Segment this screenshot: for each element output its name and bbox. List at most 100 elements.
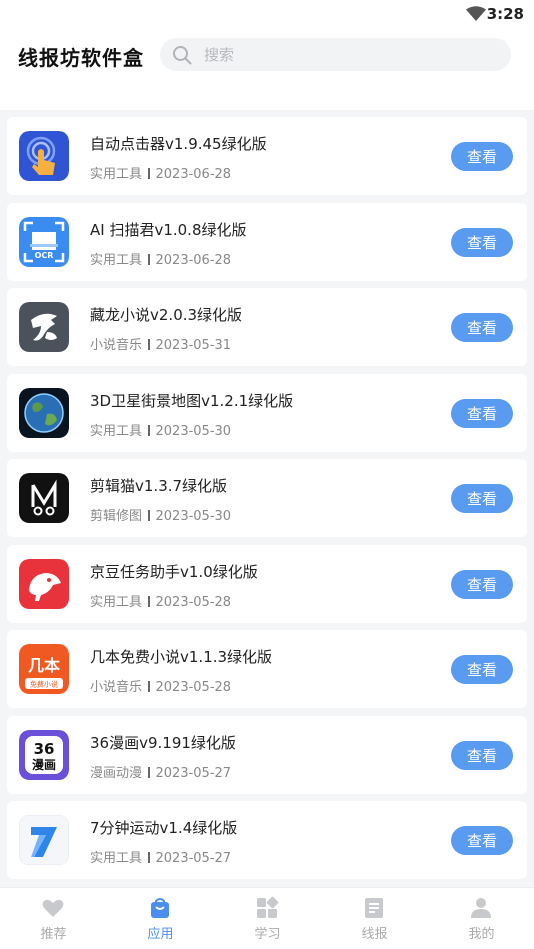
list-item[interactable]: 7分钟运动v1.4绿化版 实用工具 2023-05-27 查看 (7, 801, 527, 879)
item-title: 自动点击器v1.9.45绿化版 (90, 135, 267, 153)
view-button[interactable]: 查看 (451, 569, 513, 599)
view-button[interactable]: 查看 (451, 740, 513, 770)
jiben-sub-text: 免费小说 (30, 680, 58, 689)
item-category: 实用工具 (90, 423, 143, 439)
comic-36-text: 36 (34, 740, 55, 758)
list-item[interactable]: 藏龙小说v2.0.3绿化版 小说音乐 2023-05-31 查看 (7, 288, 527, 366)
item-date: 2023-05-30 (155, 509, 232, 524)
earth-map-icon (19, 387, 69, 438)
meta-divider (148, 424, 150, 436)
item-category: 小说音乐 (90, 680, 143, 695)
item-meta: 实用工具 2023-05-30 (90, 420, 231, 439)
jiben-logo-text: 几本 (28, 656, 60, 675)
tab-news[interactable]: 线报 (321, 888, 428, 949)
search-input[interactable] (204, 38, 494, 71)
meta-divider (148, 168, 150, 179)
jiben-novel-icon: 几本 免费小说 (19, 644, 69, 694)
grid-icon (257, 896, 279, 918)
item-meta: 实用工具 2023-05-27 (90, 847, 231, 866)
item-title: 京豆任务助手v1.0绿化版 (90, 562, 258, 581)
item-title: 36漫画v9.191绿化版 (90, 733, 236, 752)
item-meta: 漫画动漫 2023-05-27 (90, 762, 231, 781)
view-button[interactable]: 查看 (451, 655, 513, 684)
tab-recommend[interactable]: 推荐 (0, 888, 107, 949)
36-comic-icon: 36 漫画 (19, 729, 69, 780)
item-date: 2023-05-28 (155, 680, 232, 695)
meta-divider (148, 852, 150, 863)
view-button[interactable]: 查看 (451, 826, 513, 855)
tab-label: 学习 (254, 927, 281, 942)
item-meta: 实用工具 2023-06-28 (90, 249, 231, 268)
item-date: 2023-06-28 (155, 252, 232, 268)
view-button[interactable]: 查看 (451, 313, 513, 342)
item-meta: 剪辑修图 2023-05-30 (90, 505, 231, 524)
status-bar: 3:28 (0, 0, 534, 28)
user-icon (471, 898, 491, 918)
list-item[interactable]: 36 漫画 36漫画v9.191绿化版 漫画动漫 2023-05-27 查看 (7, 715, 527, 794)
app-title: 线报坊软件盒 (18, 46, 144, 70)
item-category: 实用工具 (90, 252, 143, 268)
item-date: 2023-05-28 (155, 594, 232, 610)
item-category: 小说音乐 (90, 338, 143, 353)
item-title: 7分钟运动v1.4绿化版 (90, 819, 238, 837)
jd-dog-icon (19, 558, 69, 609)
auto-clicker-icon (19, 131, 69, 181)
item-date: 2023-06-28 (155, 167, 232, 182)
item-meta: 实用工具 2023-06-28 (90, 163, 231, 182)
item-date: 2023-05-27 (155, 851, 232, 866)
item-title: 几本免费小说v1.1.3绿化版 (90, 648, 273, 666)
item-title: AI 扫描君v1.0.8绿化版 (90, 220, 247, 239)
header: 线报坊软件盒 (0, 28, 534, 110)
tab-label: 我的 (468, 927, 495, 942)
list-item[interactable]: 几本 免费小说 几本免费小说v1.1.3绿化版 小说音乐 2023-05-28 查… (7, 630, 527, 708)
meta-divider (148, 595, 150, 607)
tab-label: 应用 (147, 927, 174, 942)
view-button[interactable]: 查看 (451, 484, 513, 513)
item-category: 实用工具 (90, 851, 143, 866)
meta-divider (148, 253, 150, 265)
item-category: 实用工具 (90, 594, 143, 610)
view-button[interactable]: 查看 (451, 142, 513, 171)
item-title: 藏龙小说v2.0.3绿化版 (90, 306, 243, 324)
list-item[interactable]: 自动点击器v1.9.45绿化版 实用工具 2023-06-28 查看 (7, 117, 527, 195)
canglong-novel-icon (19, 302, 69, 352)
item-meta: 小说音乐 2023-05-31 (90, 334, 231, 353)
view-button[interactable]: 查看 (451, 227, 513, 257)
item-title: 剪辑猫v1.3.7绿化版 (90, 477, 228, 495)
list-item[interactable]: 剪辑猫v1.3.7绿化版 剪辑修图 2023-05-30 查看 (7, 459, 527, 537)
item-date: 2023-05-31 (155, 338, 232, 353)
meta-divider (148, 510, 150, 521)
wifi-icon (466, 6, 486, 21)
tab-label: 推荐 (40, 927, 67, 942)
bag-icon (151, 898, 169, 918)
comic-sub-text: 漫画 (32, 757, 56, 772)
meta-divider (148, 339, 150, 350)
bottom-tab-bar: 推荐 应用 学习 线报 我的 (0, 887, 534, 949)
tab-apps[interactable]: 应用 (107, 888, 214, 949)
ocr-scanner-icon: OCR (19, 216, 69, 267)
scissors-cat-icon (19, 473, 69, 523)
list-item[interactable]: 京豆任务助手v1.0绿化版 实用工具 2023-05-28 查看 (7, 544, 527, 623)
item-title: 3D卫星街景地图v1.2.1绿化版 (90, 391, 294, 410)
item-date: 2023-05-27 (155, 765, 232, 781)
ocr-icon-label: OCR (35, 251, 54, 260)
item-meta: 小说音乐 2023-05-28 (90, 676, 231, 695)
status-time: 3:28 (486, 5, 524, 23)
search-box[interactable] (160, 38, 511, 71)
search-icon (173, 46, 192, 65)
seven-minute-icon (19, 815, 69, 865)
item-category: 剪辑修图 (90, 509, 143, 524)
heart-icon (42, 899, 64, 917)
tab-learn[interactable]: 学习 (214, 888, 321, 949)
item-category: 漫画动漫 (90, 765, 143, 781)
item-date: 2023-05-30 (155, 423, 232, 439)
item-meta: 实用工具 2023-05-28 (90, 591, 231, 610)
tab-mine[interactable]: 我的 (428, 888, 534, 949)
list-item[interactable]: OCR AI 扫描君v1.0.8绿化版 实用工具 2023-06-28 查看 (7, 202, 527, 281)
tab-label: 线报 (361, 927, 388, 942)
list-item[interactable]: 3D卫星街景地图v1.2.1绿化版 实用工具 2023-05-30 查看 (7, 373, 527, 452)
document-icon (365, 898, 383, 918)
meta-divider (148, 766, 150, 778)
view-button[interactable]: 查看 (451, 398, 513, 428)
item-category: 实用工具 (90, 167, 143, 182)
